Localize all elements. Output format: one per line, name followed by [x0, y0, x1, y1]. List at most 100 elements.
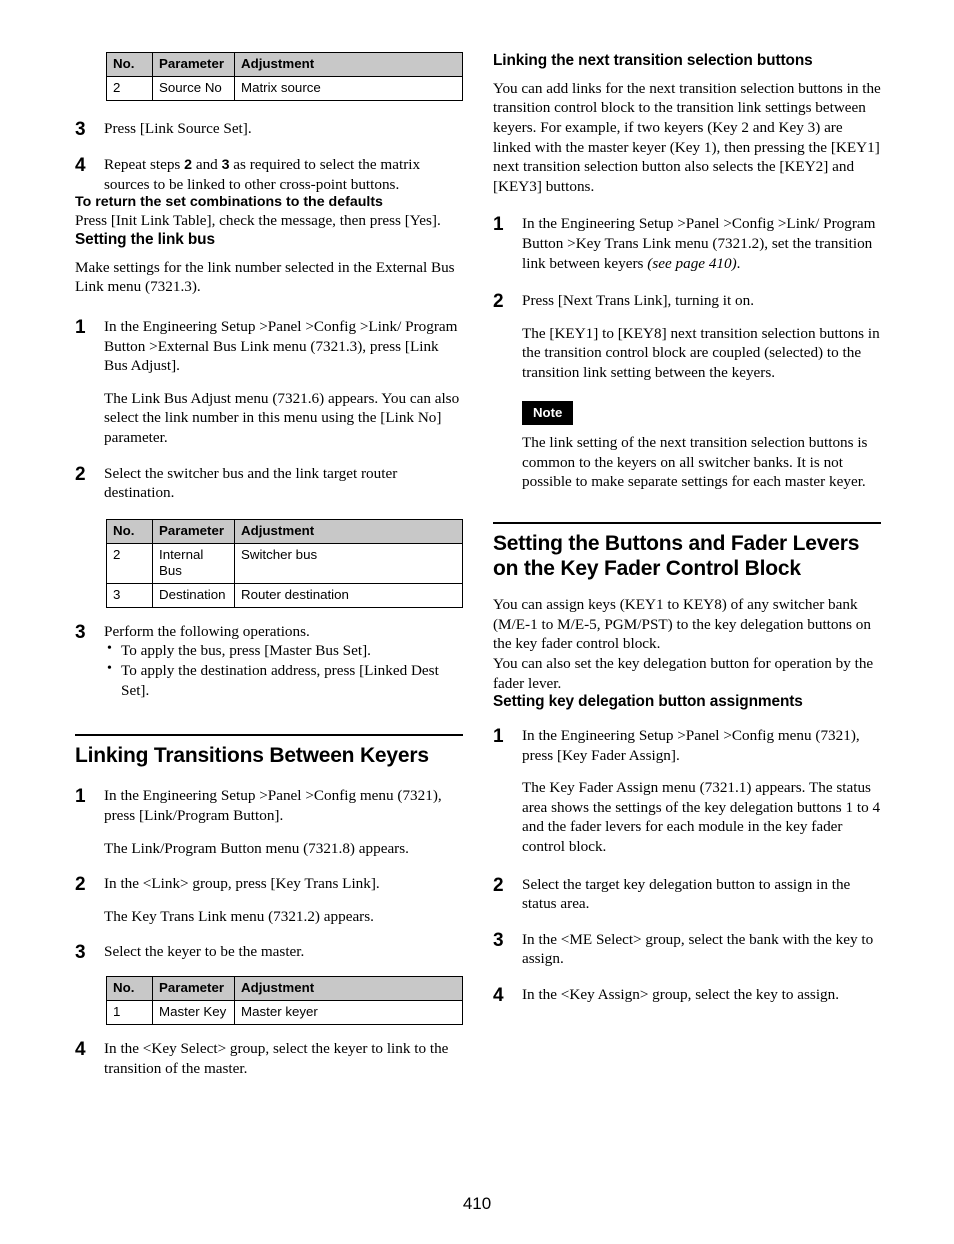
table-header-no: No.	[106, 976, 153, 1002]
table-cell-parameter: Internal Bus	[152, 542, 235, 584]
step-text-secondary: The Key Trans Link menu (7321.2) appears…	[104, 907, 374, 925]
page-number: 410	[462, 1194, 492, 1213]
cross-reference-link[interactable]: (see page 410)	[647, 255, 736, 272]
step-key-delegation-3: 3 In the <ME Select> group, select the b…	[493, 930, 881, 969]
step-text-part1: Repeat steps	[104, 155, 185, 173]
heading-return-defaults: To return the set combinations to the de…	[75, 194, 383, 211]
step-next-transition-1: 1 In the Engineering Setup >Panel >Confi…	[493, 214, 881, 273]
heading-setting-buttons-fader: Setting the Buttons and Fader Levers on …	[493, 531, 860, 580]
table-cell-no: 2	[106, 75, 153, 101]
step-text: Select the target key delegation button …	[522, 875, 851, 913]
heading-linking-next-transition: Linking the next transition selection bu…	[493, 52, 813, 69]
step-link-bus-3: 3 Perform the following operations. To a…	[75, 622, 463, 700]
parameter-table-source-no: No. Parameter Adjustment 2 Source No Mat…	[106, 52, 463, 101]
heading-key-delegation: Setting key delegation button assignment…	[493, 693, 803, 711]
heading-linking-transitions: Linking Transitions Between Keyers	[75, 744, 429, 768]
step-number: 2	[75, 874, 86, 896]
table-header-row: No. Parameter Adjustment	[106, 52, 463, 77]
step-number: 2	[493, 291, 504, 313]
table-cell-parameter: Destination	[152, 582, 235, 608]
table-row: 2 Internal Bus Switcher bus	[106, 542, 463, 584]
step-content: Press [Link Source Set].	[104, 119, 463, 139]
step-linking-transitions-3: 3 Select the keyer to be the master.	[75, 942, 463, 962]
step-text: Select the keyer to be the master.	[104, 943, 305, 961]
step-link-bus-1: 1 In the Engineering Setup >Panel >Confi…	[75, 317, 463, 448]
table-header-no: No.	[106, 518, 153, 544]
step-number: 4	[75, 154, 86, 176]
note-block: Note The link setting of the next transi…	[522, 400, 881, 492]
step-text: In the <Link> group, press [Key Trans Li…	[104, 875, 380, 893]
step-text: Perform the following operations.	[104, 622, 310, 640]
step-text: In the <Key Select> group, select the ke…	[104, 1040, 449, 1077]
list-item: To apply the bus, press [Master Bus Set]…	[104, 640, 463, 661]
table-header-parameter: Parameter	[152, 976, 235, 1002]
step-text: In the Engineering Setup >Panel >Config …	[104, 787, 442, 824]
step-content: Perform the following operations. To app…	[104, 622, 463, 700]
left-column: No. Parameter Adjustment 2 Source No Mat…	[75, 52, 463, 1079]
step-content: In the <Key Select> group, select the ke…	[104, 1039, 463, 1078]
table-header-row: No. Parameter Adjustment	[106, 976, 463, 1002]
table-cell-adjustment: Matrix source	[234, 75, 463, 101]
table-header-adjustment: Adjustment	[234, 52, 463, 77]
text-link-bus-intro: Make settings for the link number select…	[75, 258, 455, 296]
step-number: 4	[75, 1039, 86, 1061]
table-header-row: No. Parameter Adjustment	[106, 518, 463, 544]
table-header-parameter: Parameter	[152, 518, 235, 544]
table-cell-no: 2	[106, 542, 153, 584]
step-number: 1	[493, 725, 504, 747]
table-cell-adjustment: Switcher bus	[234, 542, 463, 584]
step-text: In the Engineering Setup >Panel >Config …	[522, 214, 881, 273]
step-number: 2	[493, 874, 504, 896]
step-content: In the Engineering Setup >Panel >Config …	[104, 786, 463, 858]
heading-setting-link-bus: Setting the link bus	[75, 231, 215, 249]
step-text: In the <Key Assign> group, select the ke…	[522, 986, 840, 1004]
table-cell-adjustment: Router destination	[234, 582, 463, 608]
step-next-transition-2: 2 Press [Next Trans Link], turning it on…	[493, 291, 881, 491]
step-number: 1	[493, 214, 504, 236]
step-text-secondary: The Key Fader Assign menu (7321.1) appea…	[522, 779, 881, 855]
table-header-no: No.	[106, 52, 153, 77]
document-page: No. Parameter Adjustment 2 Source No Mat…	[0, 0, 954, 1244]
step-content: Repeat steps 2 and 3 as required to sele…	[104, 155, 463, 194]
step-text: In the Engineering Setup >Panel >Config …	[522, 726, 860, 764]
table-cell-parameter: Source No	[152, 75, 235, 101]
step-repeat-steps: 4 Repeat steps 2 and 3 as required to se…	[75, 155, 463, 194]
step-text: Press [Next Trans Link], turning it on.	[522, 292, 755, 310]
step-content: In the <ME Select> group, select the ban…	[522, 930, 881, 969]
step-text: In the <ME Select> group, select the ban…	[522, 930, 874, 968]
step-content: Select the keyer to be the master.	[104, 942, 463, 962]
step-key-delegation-4: 4 In the <Key Assign> group, select the …	[493, 985, 881, 1005]
bullet-list-operations: To apply the bus, press [Master Bus Set]…	[104, 640, 463, 700]
step-text-secondary: The Link Bus Adjust menu (7321.6) appear…	[104, 389, 460, 447]
step-number: 1	[75, 317, 86, 339]
parameter-table-link-bus: No. Parameter Adjustment 2 Internal Bus …	[106, 518, 463, 608]
step-content: In the Engineering Setup >Panel >Config …	[104, 317, 463, 448]
step-text-secondary: The Link/Program Button menu (7321.8) ap…	[104, 839, 409, 857]
step-text: Press [Link Source Set].	[104, 119, 252, 137]
table-cell-adjustment: Master keyer	[234, 1000, 463, 1026]
table-row: 1 Master Key Master keyer	[106, 1000, 463, 1026]
step-number: 3	[75, 118, 86, 140]
step-key-delegation-2: 2 Select the target key delegation butto…	[493, 875, 881, 914]
note-text: The link setting of the next transition …	[522, 433, 868, 491]
two-column-layout: No. Parameter Adjustment 2 Source No Mat…	[75, 52, 881, 1079]
step-linking-transitions-4: 4 In the <Key Select> group, select the …	[75, 1039, 463, 1078]
step-number: 3	[75, 621, 86, 643]
step-content: Press [Next Trans Link], turning it on. …	[522, 291, 881, 491]
step-link-bus-2: 2 Select the switcher bus and the link t…	[75, 464, 463, 503]
table-row: 2 Source No Matrix source	[106, 75, 463, 101]
step-content: Select the target key delegation button …	[522, 875, 881, 914]
step-number: 2	[75, 463, 86, 485]
step-number: 4	[493, 985, 504, 1007]
step-text: Repeat steps 2 and 3 as required to sele…	[104, 155, 463, 194]
step-number: 3	[75, 942, 86, 964]
table-header-adjustment: Adjustment	[234, 976, 463, 1002]
parameter-table-master-key: No. Parameter Adjustment 1 Master Key Ma…	[106, 976, 463, 1026]
step-linking-transitions-2: 2 In the <Link> group, press [Key Trans …	[75, 874, 463, 926]
table-row: 3 Destination Router destination	[106, 582, 463, 608]
step-content: In the <Link> group, press [Key Trans Li…	[104, 874, 463, 926]
table-header-parameter: Parameter	[152, 52, 235, 77]
step-text: Select the switcher bus and the link tar…	[104, 464, 398, 502]
step-text-period: .	[736, 254, 741, 272]
table-cell-no: 3	[106, 582, 153, 608]
